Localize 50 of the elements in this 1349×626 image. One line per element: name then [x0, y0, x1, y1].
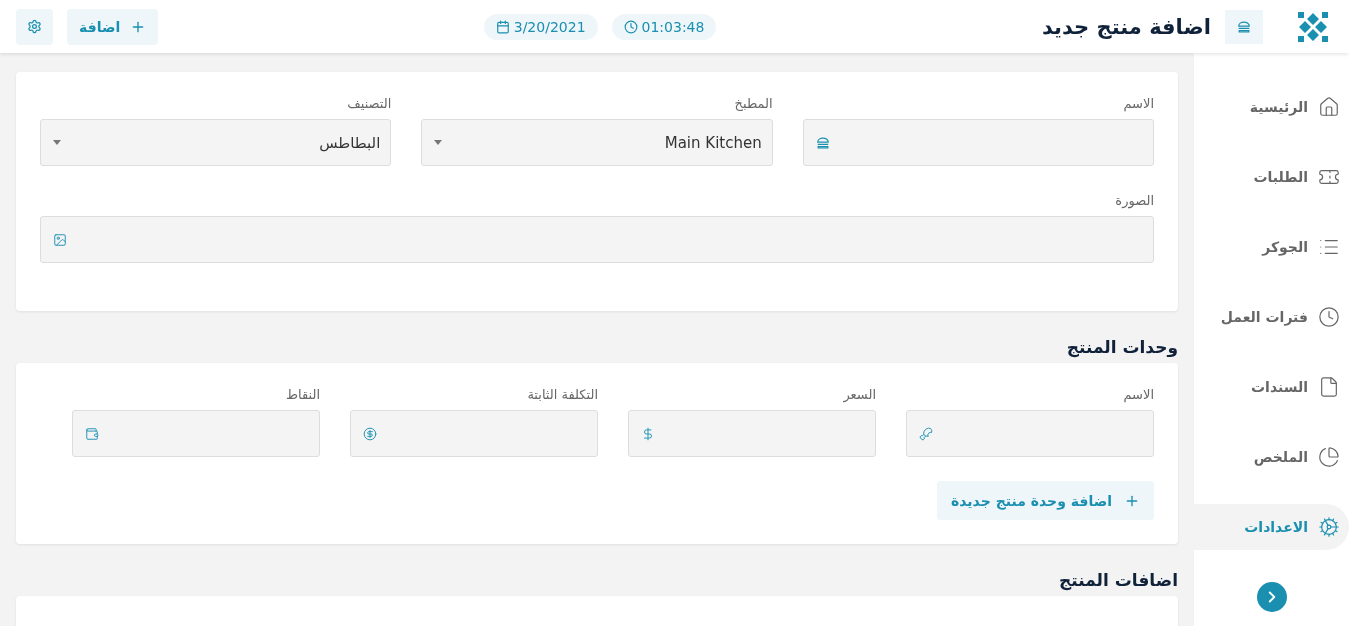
page-title: اضافة منتج جديد [1041, 14, 1211, 39]
calendar-icon [495, 19, 510, 34]
caret-icon [434, 140, 443, 145]
sidebar-item[interactable]: السندات [1194, 364, 1349, 410]
input-field[interactable] [906, 410, 1154, 457]
collapse-button[interactable] [1257, 582, 1287, 612]
burger-icon [1237, 19, 1251, 34]
image-icon [53, 232, 67, 247]
sidebar-item[interactable]: الملخص [1194, 434, 1349, 480]
clock-icon [623, 19, 638, 34]
input-field[interactable] [350, 410, 598, 457]
field-label: الاسم [1122, 387, 1154, 402]
sidebar-item[interactable]: الجوكر [1194, 224, 1349, 270]
clock-icon [1318, 306, 1340, 328]
select-field[interactable]: Main Kitchen [421, 119, 773, 166]
input-field[interactable] [802, 119, 1154, 166]
field-label: التكلفة الثابتة [526, 387, 598, 402]
gears-icon [1318, 516, 1340, 538]
sidebar-item[interactable]: فترات العمل [1194, 294, 1349, 340]
dollar-icon [641, 426, 655, 441]
field-label: الصورة [1114, 193, 1154, 208]
settings-icon [27, 19, 42, 34]
section-heading: وحدات المنتج [1065, 337, 1178, 357]
section-heading: اضافات المنتج [1058, 570, 1178, 590]
field-label: المطبخ [733, 96, 773, 111]
add-button[interactable]: اضافة [67, 8, 159, 45]
select-field[interactable]: البطاطس [40, 119, 392, 166]
pie-chart-icon [1318, 446, 1340, 468]
sidebar-item[interactable]: الاعدادات [1194, 504, 1349, 550]
sidebar-item[interactable]: الطلبات [1194, 154, 1349, 200]
time-text: 01:03:48 [641, 18, 705, 35]
field-label: السعر [842, 387, 876, 402]
field-label: الاسم [1122, 96, 1154, 111]
document-icon [1318, 376, 1340, 398]
add-unit-button[interactable]: اضافة وحدة منتج جديدة [937, 481, 1154, 520]
image-input-field[interactable] [40, 216, 1154, 263]
wallet-icon [85, 426, 99, 441]
field-label: التصنيف [346, 96, 392, 111]
date-text: 3/20/2021 [513, 18, 586, 35]
home-icon [1318, 96, 1340, 118]
sidebar-item[interactable]: الرئيسية [1194, 84, 1349, 130]
input-field[interactable] [628, 410, 876, 457]
settings-button[interactable] [16, 8, 53, 45]
field-label: النقاط [284, 387, 320, 402]
coin-icon [363, 426, 377, 441]
burger-icon [815, 135, 830, 150]
logo-icon [1297, 10, 1329, 43]
drumstick-icon [919, 426, 933, 441]
caret-icon [53, 140, 61, 145]
input-field[interactable] [72, 410, 320, 457]
